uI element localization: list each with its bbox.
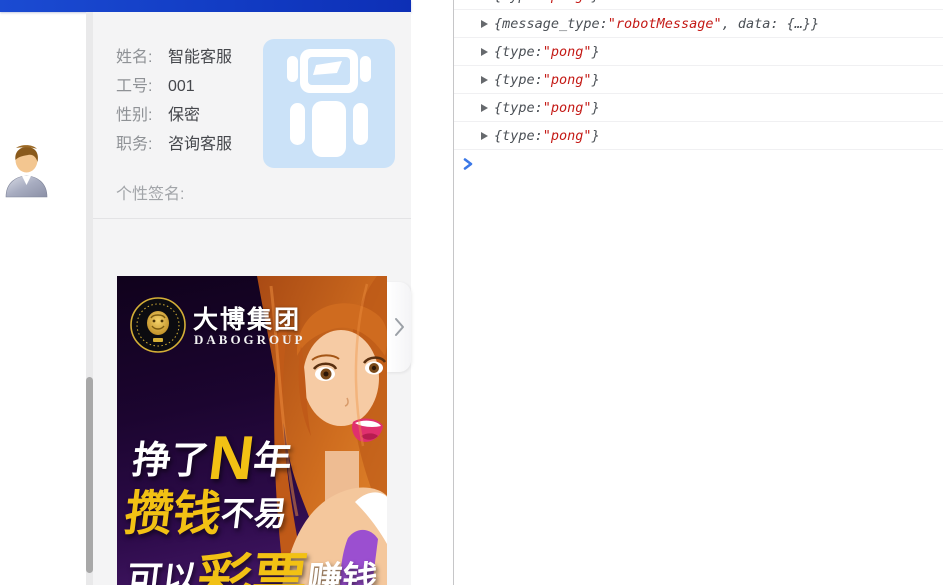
field-value: 001 bbox=[168, 78, 195, 95]
robot-avatar-icon bbox=[263, 39, 395, 168]
ad-brand-name: 大博集团 bbox=[193, 300, 301, 336]
expand-triangle-icon[interactable] bbox=[481, 104, 488, 112]
console-object-text: {type: bbox=[494, 72, 543, 88]
console-object-text: } bbox=[592, 128, 600, 144]
expand-triangle-icon[interactable] bbox=[481, 20, 488, 28]
profile-card: 姓名:智能客服 工号:001 性别:保密 职务:咨询客服 bbox=[93, 12, 411, 585]
console-object-text: {type: bbox=[494, 44, 543, 60]
console-object-text: {message_type: bbox=[494, 16, 608, 32]
user-avatar-icon[interactable] bbox=[3, 145, 50, 198]
console-object-text: } bbox=[592, 44, 600, 60]
page-scrollbar[interactable] bbox=[86, 12, 93, 585]
console-object-text: } bbox=[592, 72, 600, 88]
ad-brand-name-en: DABOGROUP bbox=[194, 332, 306, 348]
console-log-row[interactable]: {type: "pong"} bbox=[454, 122, 943, 150]
field-label: 姓名: bbox=[116, 43, 168, 72]
console-log-row[interactable]: {message_type: "robotMessage", data: {…}… bbox=[454, 10, 943, 38]
profile-field-gender: 性别:保密 bbox=[116, 101, 232, 130]
console-string-value: "pong" bbox=[543, 72, 592, 88]
section-divider bbox=[93, 218, 411, 219]
devtools-console-panel: {type: "pong"}{message_type: "robotMessa… bbox=[453, 0, 943, 585]
console-prompt-row[interactable] bbox=[454, 150, 943, 178]
field-value: 保密 bbox=[168, 107, 200, 124]
console-log-row[interactable]: {type: "pong"} bbox=[454, 0, 943, 10]
console-object-text: } bbox=[592, 0, 600, 4]
expand-triangle-icon[interactable] bbox=[481, 132, 488, 140]
field-label: 性别: bbox=[116, 101, 168, 130]
console-log-row[interactable]: {type: "pong"} bbox=[454, 38, 943, 66]
signature-label: 个性签名: bbox=[116, 180, 184, 204]
page-header-bar bbox=[0, 0, 411, 12]
console-object-text: {type: bbox=[494, 128, 543, 144]
console-object-text: {type: bbox=[494, 0, 543, 4]
console-log-row[interactable]: {type: "pong"} bbox=[454, 94, 943, 122]
console-string-value: "robotMessage" bbox=[608, 16, 722, 32]
chevron-right-icon bbox=[392, 316, 406, 338]
console-log-row[interactable]: {type: "pong"} bbox=[454, 66, 943, 94]
field-label: 工号: bbox=[116, 72, 168, 101]
console-log-list: {type: "pong"}{message_type: "robotMessa… bbox=[454, 0, 943, 150]
expand-triangle-icon[interactable] bbox=[481, 76, 488, 84]
scrollbar-thumb[interactable] bbox=[86, 377, 93, 573]
carousel-next-button[interactable] bbox=[387, 282, 411, 372]
console-string-value: "pong" bbox=[543, 100, 592, 116]
console-object-text: } bbox=[592, 100, 600, 116]
field-value: 咨询客服 bbox=[168, 136, 232, 153]
field-value: 智能客服 bbox=[168, 49, 232, 66]
console-object-text: {type: bbox=[494, 100, 543, 116]
ad-slogan-line3: 可以彩票赚钱 bbox=[124, 552, 381, 585]
console-string-value: "pong" bbox=[543, 128, 592, 144]
console-prompt-icon bbox=[462, 158, 474, 170]
ad-banner[interactable]: 大博集团 DABOGROUP 挣了N年 攒钱不易 可以彩票赚钱 bbox=[117, 276, 387, 585]
profile-field-position: 职务:咨询客服 bbox=[116, 130, 232, 159]
customer-service-page: 姓名:智能客服 工号:001 性别:保密 职务:咨询客服 bbox=[0, 0, 453, 585]
profile-fields: 姓名:智能客服 工号:001 性别:保密 职务:咨询客服 bbox=[116, 43, 232, 159]
profile-field-name: 姓名:智能客服 bbox=[116, 43, 232, 72]
field-label: 职务: bbox=[116, 130, 168, 159]
console-object-text: , data: {…}} bbox=[722, 16, 820, 32]
ad-slogan-line2: 攒钱不易 bbox=[122, 491, 290, 539]
console-string-value: "pong" bbox=[543, 0, 592, 4]
expand-triangle-icon[interactable] bbox=[481, 48, 488, 56]
ad-brand-logo-icon bbox=[129, 296, 187, 354]
console-string-value: "pong" bbox=[543, 44, 592, 60]
ad-slogan-line1: 挣了N年 bbox=[129, 428, 295, 490]
profile-field-employee-id: 工号:001 bbox=[116, 72, 232, 101]
